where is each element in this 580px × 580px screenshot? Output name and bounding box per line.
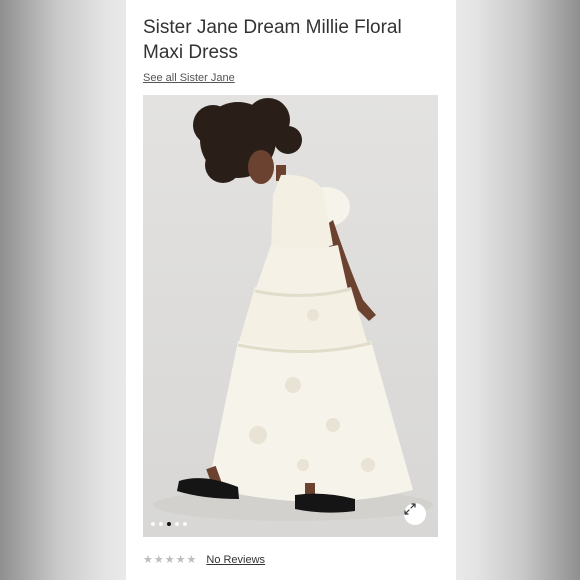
star-empty-icon: ★ — [164, 554, 175, 566]
carousel-dot[interactable] — [183, 522, 187, 526]
reviews-link[interactable]: No Reviews — [206, 554, 265, 566]
product-card: Sister Jane Dream Millie Floral Maxi Dre… — [126, 0, 456, 580]
carousel-dot[interactable] — [159, 522, 163, 526]
product-title: Sister Jane Dream Millie Floral Maxi Dre… — [143, 17, 402, 63]
carousel-dot[interactable] — [175, 522, 179, 526]
star-empty-icon: ★ — [175, 554, 186, 566]
expand-arrows-icon — [404, 503, 416, 515]
dress-photo-illustration — [153, 98, 433, 521]
product-rating: ★ ★ ★ ★ ★ No Reviews — [143, 553, 265, 567]
see-all-brand-link[interactable]: See all Sister Jane — [143, 72, 235, 84]
carousel-dot-active[interactable] — [167, 522, 171, 526]
star-empty-icon: ★ — [153, 554, 164, 566]
carousel-dots — [151, 522, 187, 526]
star-empty-icon: ★ — [186, 554, 197, 566]
expand-image-button[interactable] — [404, 503, 426, 525]
rating-stars: ★ ★ ★ ★ ★ — [143, 553, 196, 567]
carousel-dot[interactable] — [151, 522, 155, 526]
product-image[interactable] — [143, 95, 438, 537]
star-empty-icon: ★ — [143, 554, 153, 566]
